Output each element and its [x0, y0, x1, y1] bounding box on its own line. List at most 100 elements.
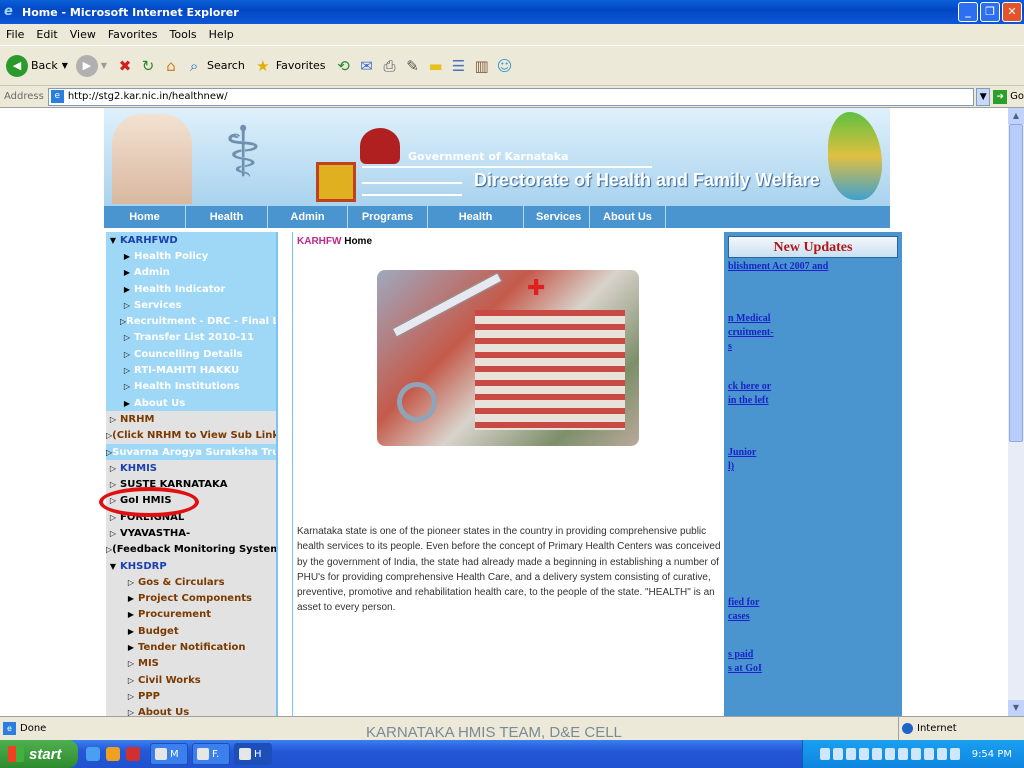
update-link[interactable]: blishment Act 2007 and [728, 260, 898, 274]
breadcrumb-site[interactable]: KARHFW [297, 236, 341, 247]
sidebar-item[interactable]: ▶ Budget [106, 623, 276, 639]
quicklaunch-app-icon[interactable] [126, 747, 140, 761]
nav-about-us[interactable]: About Us [590, 206, 666, 228]
sidebar-item[interactable]: ▶ Health Indicator [106, 280, 276, 298]
sidebar-item[interactable]: ▷ NRHM [106, 411, 276, 427]
update-link[interactable]: ck here or in the left [728, 380, 898, 408]
tray-icon[interactable] [832, 748, 843, 760]
sidebar-item[interactable]: ▷ Gos & Circulars [106, 574, 276, 590]
close-button[interactable]: ✕ [1002, 2, 1022, 22]
update-link[interactable]: s paid s at GoI [728, 648, 898, 676]
address-input[interactable]: e http://stg2.kar.nic.in/healthnew/ [47, 87, 975, 106]
nav-programs[interactable]: Programs [348, 206, 428, 228]
menu-view[interactable]: View [70, 28, 96, 41]
go-button[interactable]: ➜ Go [993, 89, 1024, 104]
nav-health-policy[interactable]: Health Policy [186, 206, 268, 245]
sidebar-item[interactable]: ▶ Admin [106, 264, 276, 281]
minimize-button[interactable]: _ [958, 2, 978, 22]
menu-favorites[interactable]: Favorites [108, 28, 158, 41]
sidebar-item[interactable]: ▷ PPP [106, 688, 276, 704]
note-icon[interactable]: ▬ [426, 56, 446, 76]
sidebar-item[interactable]: ▶ Tender Notification [106, 639, 276, 655]
sidebar-item[interactable]: ▼ KARHFWD [106, 232, 276, 249]
edit-icon[interactable]: ✎ [403, 56, 423, 76]
sidebar-item[interactable]: ▷ (Feedback Monitoring System) [106, 542, 276, 558]
quicklaunch-ie-icon[interactable] [86, 747, 100, 761]
menu-file[interactable]: File [6, 28, 24, 41]
forward-dropdown-icon[interactable]: ▼ [101, 61, 107, 70]
window-titlebar[interactable]: e Home - Microsoft Internet Explorer _ ❐… [0, 0, 1024, 24]
globe-icon [902, 722, 913, 734]
tray-icon[interactable] [871, 748, 882, 760]
restore-button[interactable]: ❐ [980, 2, 1000, 22]
menu-help[interactable]: Help [209, 28, 234, 41]
refresh-icon[interactable]: ↻ [138, 56, 158, 76]
book-icon[interactable]: ▥ [472, 56, 492, 76]
tray-icon[interactable] [884, 748, 895, 760]
sidebar-item[interactable]: ▷ Health Institutions [106, 378, 276, 395]
sidebar-item-label: About Us [138, 707, 190, 716]
sidebar-item[interactable]: ▷ MIS [106, 656, 276, 672]
favorites-button[interactable]: ★ Favorites [253, 56, 325, 76]
sidebar-item[interactable]: ▷ About Us [106, 705, 276, 716]
menu-tools[interactable]: Tools [170, 28, 197, 41]
tray-icons [819, 748, 960, 760]
sidebar-item[interactable]: ▷ Councelling Details [106, 346, 276, 363]
nav-home[interactable]: Home [104, 206, 186, 228]
bullet-arrow-icon: ▶ [123, 398, 131, 408]
sidebar-item[interactable]: ▷ VYAVASTHA- [106, 525, 276, 541]
nav-services[interactable]: Services [524, 206, 590, 228]
clock[interactable]: 9:54 PM [972, 749, 1012, 760]
tray-icon[interactable] [819, 748, 830, 760]
task-button[interactable]: H [234, 743, 272, 765]
quicklaunch-media-icon[interactable] [106, 747, 120, 761]
vertical-scrollbar[interactable]: ▲ ▼ [1008, 108, 1024, 716]
task-button[interactable]: F. [192, 743, 230, 765]
sidebar-item[interactable]: ▷ RTI-MAHITI HAKKU [106, 362, 276, 379]
sidebar-item[interactable]: ▶ About Us [106, 394, 276, 412]
mail-icon[interactable]: ✉ [357, 56, 377, 76]
address-dropdown-icon[interactable]: ▼ [976, 87, 991, 106]
forward-button[interactable]: ▶ ▼ [75, 54, 107, 77]
tray-icon[interactable] [910, 748, 921, 760]
search-button[interactable]: ⌕ Search [184, 56, 245, 76]
home-icon[interactable]: ⌂ [161, 56, 181, 76]
sidebar-item[interactable]: ▶ Health Policy [106, 248, 276, 265]
research-icon[interactable]: ☰ [449, 56, 469, 76]
tray-icon[interactable] [936, 748, 947, 760]
sidebar-item[interactable]: ▷ Suvarna Arogya Suraksha Trust [106, 443, 276, 461]
stop-icon[interactable]: ✖ [115, 56, 135, 76]
sidebar-item[interactable]: ▶ Procurement [106, 607, 276, 623]
sidebar-item[interactable]: ▼ KHSDRP [106, 558, 276, 574]
tray-icon[interactable] [897, 748, 908, 760]
sidebar-item-label: VYAVASTHA- [120, 527, 191, 539]
nav-admin[interactable]: Admin [268, 206, 348, 228]
sidebar-item[interactable]: ▷Recruitment - DRC - Final List [106, 313, 276, 330]
scroll-thumb[interactable] [1009, 124, 1023, 442]
sidebar-item[interactable]: ▷ Civil Works [106, 672, 276, 688]
messenger-icon[interactable]: ☺ [495, 56, 515, 76]
print-icon[interactable]: ⎙ [380, 56, 400, 76]
sidebar-item[interactable]: ▷ (Click NRHM to View Sub Links) [106, 428, 276, 444]
scroll-up-icon[interactable]: ▲ [1008, 108, 1024, 124]
tray-icon[interactable] [858, 748, 869, 760]
task-button[interactable]: M [150, 743, 188, 765]
sidebar-item[interactable]: ▷ Transfer List 2010-11 [106, 329, 276, 347]
start-button[interactable]: start [0, 740, 78, 768]
tray-icon[interactable] [923, 748, 934, 760]
scroll-down-icon[interactable]: ▼ [1008, 700, 1024, 716]
update-link[interactable]: fied for cases [728, 596, 898, 624]
update-link[interactable]: n Medical cruitment- s [728, 312, 898, 354]
history-icon[interactable]: ⟲ [334, 56, 354, 76]
tray-icon[interactable] [845, 748, 856, 760]
back-dropdown-icon[interactable]: ▼ [62, 61, 68, 70]
sidebar-item[interactable]: ▶ Project Components [106, 591, 276, 607]
menu-edit[interactable]: Edit [36, 28, 57, 41]
nav-health-indicator[interactable]: Health Indicator [428, 206, 524, 245]
update-link[interactable]: Junior l) [728, 446, 898, 474]
back-button[interactable]: ◀ Back ▼ [6, 54, 68, 77]
breadcrumb: KARHFW Home [297, 236, 372, 247]
sidebar-item[interactable]: ▷ KHMIS [106, 460, 276, 476]
tray-icon[interactable] [949, 748, 960, 760]
sidebar-item[interactable]: ▷ Services [106, 297, 276, 314]
